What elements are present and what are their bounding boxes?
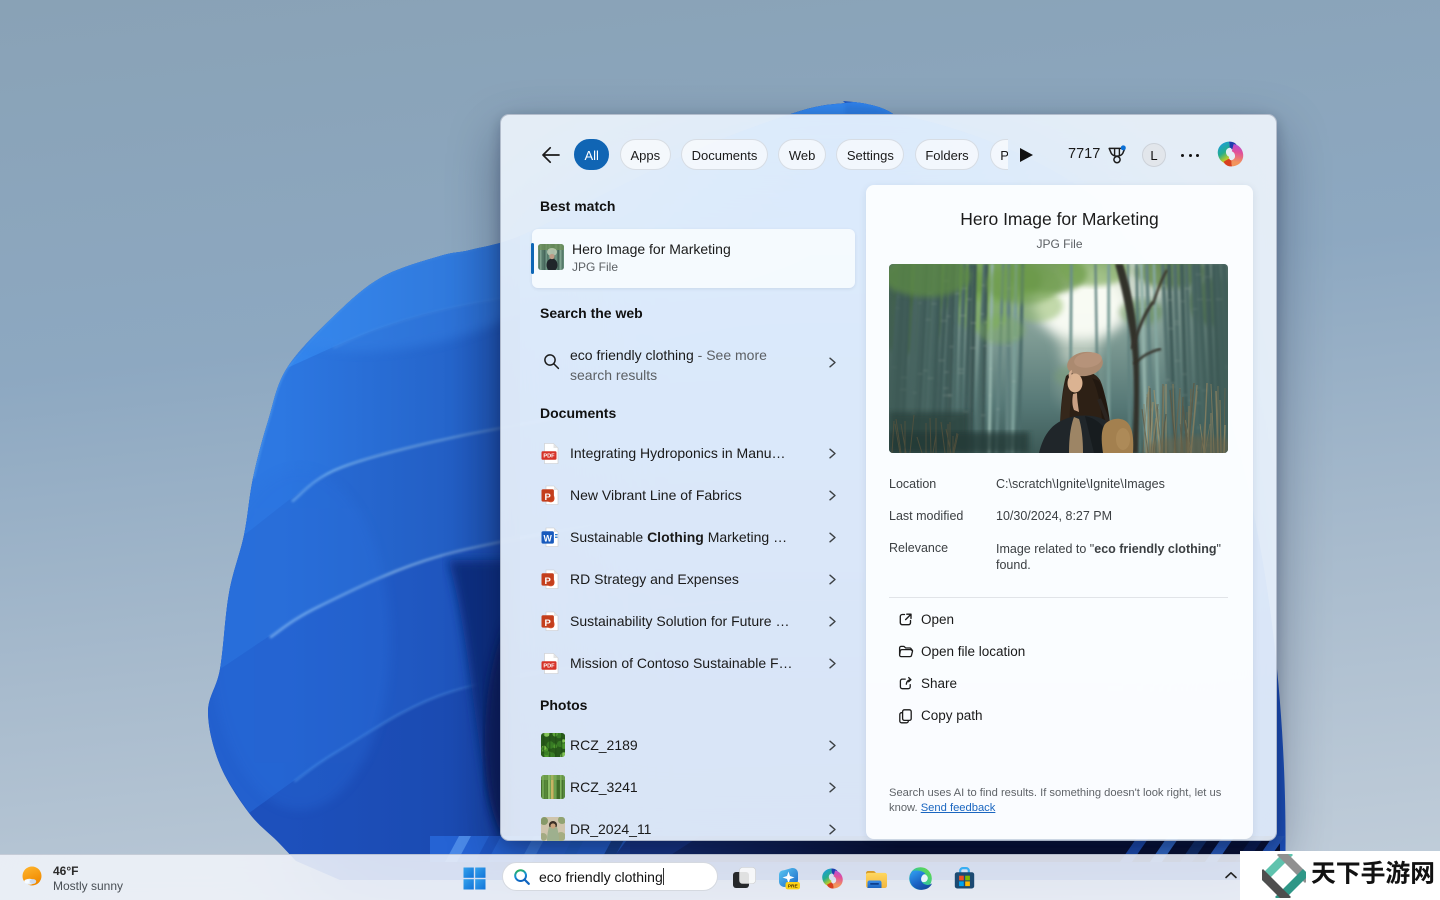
svg-text:P: P	[545, 618, 552, 629]
svg-text:W: W	[544, 534, 553, 544]
svg-text:PRE: PRE	[788, 884, 799, 890]
svg-text:PDF: PDF	[543, 664, 555, 670]
svg-text:P: P	[545, 576, 552, 587]
svg-text:PDF: PDF	[543, 454, 555, 460]
svg-text:P: P	[545, 492, 552, 503]
